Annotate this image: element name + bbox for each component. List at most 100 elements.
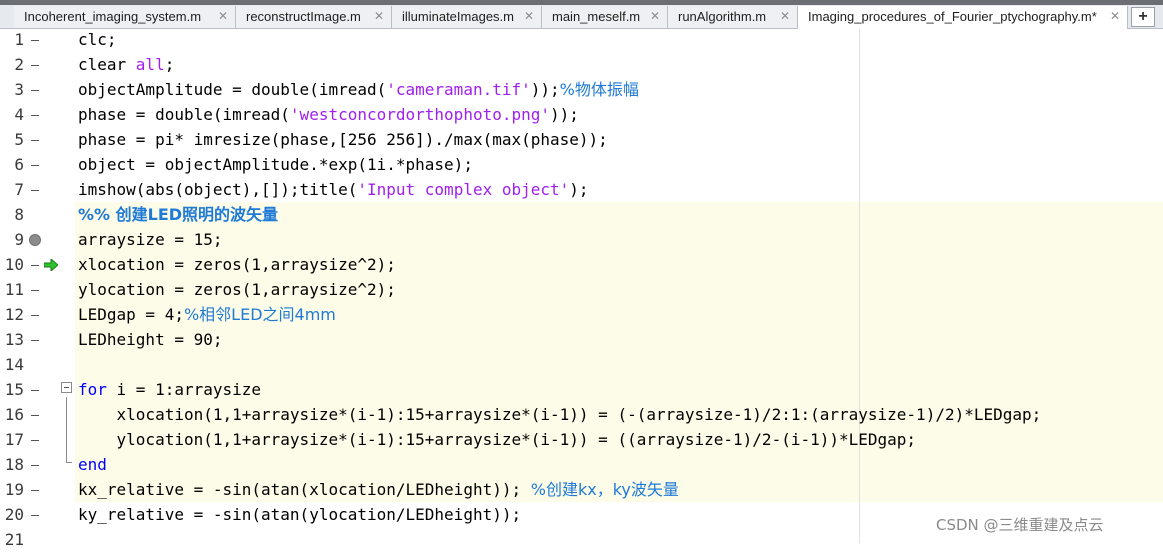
breakpoint-marker-slot[interactable] [31, 40, 39, 41]
code-text: LEDgap = 4;%相邻LED之间4mm [78, 304, 336, 326]
breakpoint-marker-slot[interactable] [31, 290, 39, 291]
line-number: 20 [4, 505, 24, 524]
breakpoint-marker-slot[interactable] [31, 315, 39, 316]
tab-label: reconstructImage.m [246, 9, 361, 24]
line-number: 13 [4, 330, 24, 349]
code-line-19[interactable]: 19 kx_relative = -sin(atan(xlocation/LED… [0, 479, 1163, 504]
tab-main-meself[interactable]: main_meself.m ✕ [542, 6, 668, 28]
breakpoint-marker-slot[interactable] [31, 490, 39, 491]
line-number: 2 [14, 55, 24, 74]
code-text: phase = pi* imresize(phase,[256 256])./m… [78, 130, 608, 149]
breakpoint-marker-slot[interactable] [31, 265, 39, 266]
code-text: clear all; [78, 54, 174, 76]
code-text: ylocation = zeros(1,arraysize^2); [78, 280, 396, 299]
breakpoint-marker-slot[interactable] [31, 415, 39, 416]
code-token: phase = double(imread( [78, 105, 290, 124]
close-icon[interactable]: ✕ [780, 9, 790, 23]
line-number: 15 [4, 380, 24, 399]
comment-token: %创建kx，ky波矢量 [530, 480, 679, 499]
code-token: )); [530, 80, 560, 99]
code-text: objectAmplitude = double(imread('cameram… [78, 79, 639, 101]
code-text: phase = double(imread('westconcordorthop… [78, 104, 579, 126]
string-token: 'Input complex object' [357, 180, 570, 199]
code-line-17[interactable]: 17 ylocation(1,1+arraysize*(i-1):15+arra… [0, 429, 1163, 454]
code-line-9[interactable]: 9 arraysize = 15; [0, 229, 1163, 254]
breakpoint-marker-slot[interactable] [31, 65, 39, 66]
code-token: i = 1:arraysize [106, 380, 262, 399]
code-line-14[interactable]: 14 [0, 354, 1163, 379]
tab-label: illuminateImages.m [402, 9, 514, 24]
code-line-2[interactable]: 2 clear all; [0, 54, 1163, 79]
code-token: ; [164, 55, 175, 74]
new-tab-button[interactable]: + [1131, 7, 1155, 27]
tab-illuminate-images[interactable]: illuminateImages.m ✕ [392, 6, 542, 28]
comment-token: %相邻LED之间4mm [183, 305, 336, 324]
close-icon[interactable]: ✕ [374, 9, 384, 23]
code-line-6[interactable]: 6 object = objectAmplitude.*exp(1i.*phas… [0, 154, 1163, 179]
breakpoint-marker-slot[interactable] [31, 190, 39, 191]
tab-label: main_meself.m [552, 9, 641, 24]
code-text: kx_relative = -sin(atan(xlocation/LEDhei… [78, 479, 679, 501]
line-number: 16 [4, 405, 24, 424]
code-line-8[interactable]: 8 %% 创建LED照明的波矢量 [0, 204, 1163, 229]
close-icon[interactable]: ✕ [524, 9, 534, 23]
breakpoint-marker-slot[interactable] [31, 340, 39, 341]
code-line-16[interactable]: 16 xlocation(1,1+arraysize*(i-1):15+arra… [0, 404, 1163, 429]
execution-arrow-icon [44, 259, 58, 271]
tab-run-algorithm[interactable]: runAlgorithm.m ✕ [668, 6, 798, 28]
code-line-13[interactable]: 13 LEDheight = 90; [0, 329, 1163, 354]
watermark-text: CSDN @三维重建及点云 [936, 516, 1104, 534]
code-line-4[interactable]: 4 phase = double(imread('westconcordorth… [0, 104, 1163, 129]
line-number: 14 [4, 355, 24, 374]
close-icon[interactable]: ✕ [1110, 9, 1120, 23]
code-text: imshow(abs(object),[]);title('Input comp… [78, 179, 589, 201]
breakpoint-icon[interactable] [29, 234, 41, 246]
code-line-12[interactable]: 12 LEDgap = 4;%相邻LED之间4mm [0, 304, 1163, 329]
breakpoint-marker-slot[interactable] [31, 390, 39, 391]
breakpoint-marker-slot[interactable] [31, 140, 39, 141]
breakpoint-marker-slot[interactable] [31, 165, 39, 166]
code-line-18[interactable]: 18 end [0, 454, 1163, 479]
tab-reconstruct-image[interactable]: reconstructImage.m ✕ [236, 6, 392, 28]
code-line-3[interactable]: 3 objectAmplitude = double(imread('camer… [0, 79, 1163, 104]
line-number: 21 [4, 530, 24, 549]
tab-label: Imaging_procedures_of_Fourier_ptychograp… [808, 9, 1097, 24]
code-line-5[interactable]: 5 phase = pi* imresize(phase,[256 256]).… [0, 129, 1163, 154]
breakpoint-marker-slot[interactable] [31, 115, 39, 116]
code-text: ky_relative = -sin(atan(ylocation/LEDhei… [78, 505, 522, 524]
string-token: 'cameraman.tif' [386, 80, 531, 99]
code-text: ylocation(1,1+arraysize*(i-1):15+arraysi… [78, 430, 917, 449]
code-text: clc; [78, 30, 117, 49]
code-line-11[interactable]: 11 ylocation = zeros(1,arraysize^2); [0, 279, 1163, 304]
fold-collapse-icon[interactable] [61, 382, 72, 393]
code-editor[interactable]: 1 clc; 2 clear all; 3 objectAmplitude = … [0, 29, 1163, 549]
line-number: 3 [14, 80, 24, 99]
code-line-7[interactable]: 7 imshow(abs(object),[]);title('Input co… [0, 179, 1163, 204]
code-text: for i = 1:arraysize [78, 379, 261, 401]
code-text: arraysize = 15; [78, 230, 223, 249]
code-text: LEDheight = 90; [78, 330, 223, 349]
editor-tab-bar: Incoherent_imaging_system.m ✕ reconstruc… [0, 5, 1163, 30]
code-token: ); [569, 180, 589, 199]
code-token: imshow(abs(object),[]);title( [78, 180, 358, 199]
code-line-15[interactable]: 15 for i = 1:arraysize [0, 379, 1163, 404]
line-number: 5 [14, 130, 24, 149]
line-number: 17 [4, 430, 24, 449]
code-line-10[interactable]: 10 xlocation = zeros(1,arraysize^2); [0, 254, 1163, 279]
tab-imaging-procedures[interactable]: Imaging_procedures_of_Fourier_ptychograp… [798, 6, 1128, 30]
breakpoint-marker-slot[interactable] [31, 440, 39, 441]
line-number: 1 [14, 30, 24, 49]
code-token: clear [78, 55, 136, 74]
breakpoint-marker-slot[interactable] [31, 465, 39, 466]
code-token: )); [550, 105, 579, 124]
breakpoint-marker-slot[interactable] [31, 90, 39, 91]
breakpoint-marker-slot[interactable] [31, 515, 39, 516]
close-icon[interactable]: ✕ [218, 9, 228, 23]
line-number: 9 [14, 230, 24, 249]
code-line-1[interactable]: 1 clc; [0, 29, 1163, 54]
tab-incoherent-imaging-system[interactable]: Incoherent_imaging_system.m ✕ [14, 6, 236, 28]
string-token: all [135, 55, 165, 74]
line-number: 4 [14, 105, 24, 124]
code-token: kx_relative = -sin(atan(xlocation/LEDhei… [78, 480, 531, 499]
close-icon[interactable]: ✕ [650, 9, 660, 23]
